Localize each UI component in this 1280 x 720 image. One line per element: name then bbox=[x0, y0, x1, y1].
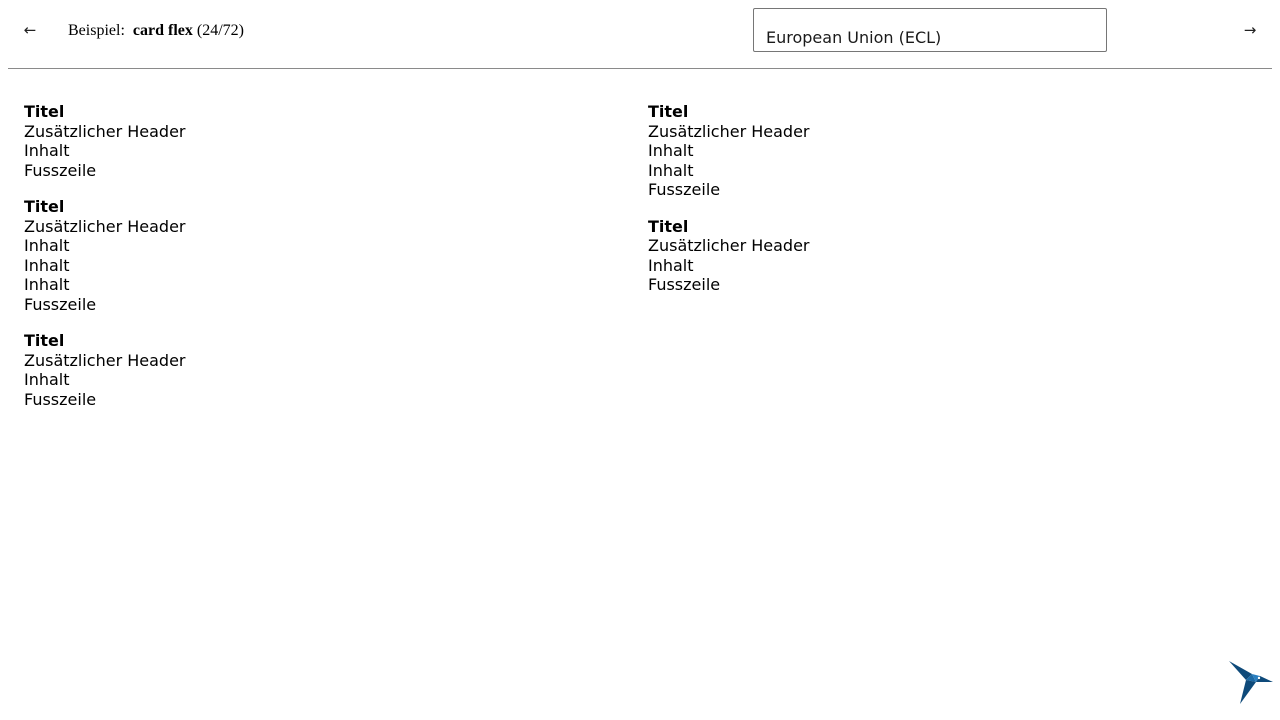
card-content: Inhalt bbox=[648, 160, 694, 180]
card-footer: Fusszeile bbox=[24, 160, 97, 180]
example-counter: (24/72) bbox=[196, 22, 244, 39]
arrow-right-icon: → bbox=[1243, 21, 1257, 39]
card-header: Zusätzlicher Header bbox=[648, 236, 810, 255]
card: Titel Zusätzlicher Header Inhalt Fusszeile bbox=[24, 331, 584, 409]
card-column-right: Titel Zusätzlicher Header Inhalt Inhalt Fuss… bbox=[648, 102, 1208, 295]
card-footer: Fusszeile bbox=[24, 389, 97, 409]
card-title: Titel bbox=[648, 102, 689, 121]
card-title: Titel bbox=[24, 197, 65, 216]
card-header: Zusätzlicher Header bbox=[24, 216, 186, 236]
card-title: Titel bbox=[24, 102, 65, 121]
previous-example-button[interactable]: ← bbox=[20, 20, 40, 40]
theme-select-value: European Union (ECL) bbox=[766, 28, 942, 47]
card-header: Zusätzlicher Header bbox=[24, 350, 186, 370]
card-footer: Fusszeile bbox=[24, 294, 97, 314]
card-column-left: Titel Zusätzlicher Header Inhalt Fusszeile T… bbox=[24, 102, 584, 409]
card-footer: Fusszeile bbox=[648, 275, 721, 294]
card-content: Inhalt bbox=[24, 236, 70, 255]
card: Titel Zusätzlicher Header Inhalt Inhalt Inha… bbox=[24, 197, 584, 314]
card-content: Inhalt bbox=[648, 255, 694, 275]
card-content: Inhalt bbox=[24, 255, 70, 275]
card: Titel Zusätzlicher Header Inhalt Fusszeile bbox=[648, 217, 1208, 295]
top-bar: ← Beispiel: card flex (24/72) European Un… bbox=[0, 0, 1280, 68]
example-prefix: Beispiel: bbox=[68, 22, 125, 39]
card-footer: Fusszeile bbox=[648, 180, 721, 199]
header-divider bbox=[8, 68, 1272, 69]
card-title: Titel bbox=[24, 331, 65, 350]
card-title: Titel bbox=[648, 216, 689, 236]
card-header: Zusätzlicher Header bbox=[24, 121, 186, 141]
card-content: Inhalt bbox=[24, 141, 70, 160]
card-header: Zusätzlicher Header bbox=[648, 121, 810, 141]
hummingbird-logo-icon bbox=[1226, 658, 1274, 706]
card-content: Inhalt bbox=[24, 370, 70, 389]
theme-select[interactable]: European Union (ECL) bbox=[753, 8, 1107, 52]
card: Titel Zusätzlicher Header Inhalt Fusszeile bbox=[24, 102, 584, 180]
example-name: card flex bbox=[132, 22, 193, 39]
card-content: Inhalt bbox=[648, 141, 694, 160]
next-example-button[interactable]: → bbox=[1240, 20, 1260, 40]
example-label: Beispiel: card flex (24/72) bbox=[68, 20, 244, 42]
card-content: Inhalt bbox=[24, 275, 70, 294]
arrow-left-icon: ← bbox=[23, 21, 37, 39]
card: Titel Zusätzlicher Header Inhalt Inhalt Fuss… bbox=[648, 102, 1208, 200]
